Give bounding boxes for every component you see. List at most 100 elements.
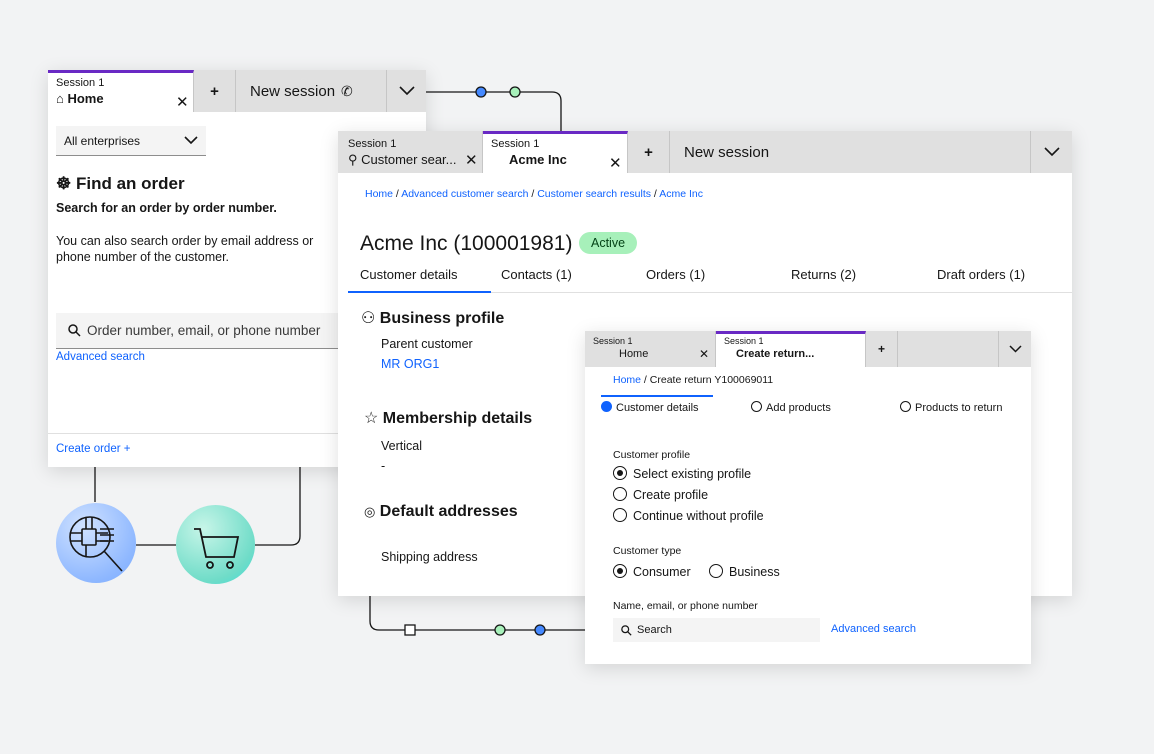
customer-profile-label: Customer profile bbox=[613, 449, 691, 461]
breadcrumb-home[interactable]: Home bbox=[613, 374, 641, 386]
tab-create-return[interactable]: Session 1 Create return... bbox=[716, 331, 866, 367]
close-icon[interactable]: ✕ bbox=[699, 347, 709, 361]
breadcrumb-search-results[interactable]: Customer search results bbox=[537, 188, 651, 200]
tab-overflow-button[interactable] bbox=[998, 331, 1031, 367]
search-icon bbox=[621, 624, 632, 636]
breadcrumb-current: Create return Y100069011 bbox=[649, 374, 774, 386]
new-session-tab[interactable]: New session ✆ bbox=[236, 70, 386, 112]
search-icon bbox=[68, 324, 81, 337]
progress-step-add-products[interactable]: Add products bbox=[751, 401, 831, 414]
add-tab-button[interactable]: + bbox=[194, 70, 236, 112]
page-title-text: Find an order bbox=[75, 174, 185, 193]
chevron-down-icon bbox=[184, 136, 198, 145]
progress-step-products-to-return[interactable]: Products to return bbox=[900, 401, 1002, 414]
tab-label: Customer sear... bbox=[361, 152, 457, 167]
radio-label: Create profile bbox=[633, 488, 709, 502]
create-order-link[interactable]: Create order + bbox=[56, 443, 130, 455]
connector-node-square bbox=[404, 624, 416, 636]
tab-customer-details[interactable]: Customer details bbox=[348, 267, 491, 293]
connector-node-green bbox=[494, 624, 506, 636]
tabbar-spacer bbox=[898, 331, 998, 367]
enterprise-select[interactable]: All enterprises bbox=[56, 126, 206, 156]
star-icon: ☆ bbox=[364, 410, 379, 427]
close-icon[interactable]: ✕ bbox=[465, 151, 478, 169]
connector-node-blue bbox=[475, 86, 487, 98]
search-placeholder: Search bbox=[637, 624, 672, 636]
close-icon[interactable]: ✕ bbox=[609, 154, 622, 172]
radio-checked-icon bbox=[613, 466, 627, 480]
customer-search-input[interactable]: Search bbox=[613, 618, 820, 642]
step-complete-icon bbox=[601, 401, 612, 412]
radio-unchecked-icon bbox=[613, 508, 627, 522]
close-icon[interactable]: ✕ bbox=[176, 93, 189, 111]
breadcrumb-home[interactable]: Home bbox=[365, 188, 393, 200]
section-heading-text: Membership details bbox=[382, 410, 533, 427]
circuit-icon bbox=[69, 516, 123, 572]
breadcrumb-advanced-search[interactable]: Advanced customer search bbox=[401, 188, 528, 200]
tab-overflow-button[interactable] bbox=[386, 70, 426, 112]
add-tab-button[interactable]: + bbox=[866, 331, 898, 367]
page-title: ☸ Find an order bbox=[56, 174, 185, 194]
tab-draft-orders[interactable]: Draft orders (1) bbox=[937, 267, 1025, 282]
advanced-search-link[interactable]: Advanced search bbox=[831, 623, 916, 635]
search-placeholder: Order number, email, or phone number bbox=[87, 323, 321, 338]
progress-step-customer-details[interactable]: Customer details bbox=[601, 401, 699, 414]
home-icon: ⌂ bbox=[56, 91, 68, 106]
field-value: - bbox=[381, 459, 386, 473]
chevron-down-icon bbox=[398, 86, 415, 96]
cart-icon-badge bbox=[176, 505, 255, 584]
progress-indicator: Customer details Add products Products t… bbox=[585, 393, 1031, 421]
chevron-down-icon bbox=[1043, 147, 1060, 157]
tab-returns[interactable]: Returns (2) bbox=[791, 267, 856, 282]
cart-icon bbox=[194, 528, 240, 569]
network-icon: ☸ bbox=[56, 174, 72, 193]
tab-acme-inc[interactable]: Session 1 Acme Inc ✕ bbox=[483, 131, 628, 173]
radio-business[interactable]: Business bbox=[709, 564, 780, 579]
step-label: Products to return bbox=[915, 402, 1003, 414]
tab-session-label: Session 1 bbox=[724, 336, 764, 346]
step-label: Add products bbox=[766, 402, 831, 414]
step-label: Customer details bbox=[616, 402, 699, 414]
add-tab-button[interactable]: + bbox=[628, 131, 670, 173]
tab-home[interactable]: Session 1 ⌂ Home ✕ bbox=[48, 70, 194, 112]
section-heading-text: Business profile bbox=[379, 310, 505, 327]
breadcrumb: Home / Advanced customer search / Custom… bbox=[365, 188, 703, 200]
radio-create-profile[interactable]: Create profile bbox=[613, 487, 708, 502]
phone-icon: ✆ bbox=[341, 82, 353, 99]
tab-session-label: Session 1 bbox=[593, 336, 633, 346]
advanced-search-link[interactable]: Advanced search bbox=[56, 351, 145, 363]
tab-customer-search[interactable]: Session 1 ⚲ Customer sear... ✕ bbox=[338, 131, 483, 173]
parent-customer-link[interactable]: MR ORG1 bbox=[381, 357, 439, 371]
tab-overflow-button[interactable] bbox=[1030, 131, 1072, 173]
radio-consumer[interactable]: Consumer bbox=[613, 564, 691, 579]
radio-select-existing-profile[interactable]: Select existing profile bbox=[613, 466, 751, 481]
section-heading-text: Default addresses bbox=[379, 503, 518, 520]
breadcrumb-current[interactable]: Acme Inc bbox=[659, 188, 703, 200]
page-subtitle: Search for an order by order number. bbox=[56, 201, 277, 215]
tab-label: Home bbox=[67, 91, 104, 106]
connector-node-green bbox=[509, 86, 521, 98]
tab-home[interactable]: Session 1 Home ✕ bbox=[585, 331, 716, 367]
new-session-label: New session bbox=[250, 82, 336, 100]
new-session-tab[interactable]: New session bbox=[670, 131, 1030, 173]
session-tabbar: Session 1 Home ✕ Session 1 Create return… bbox=[585, 331, 1031, 367]
location-icon: ◎ bbox=[364, 504, 376, 519]
radio-continue-without-profile[interactable]: Continue without profile bbox=[613, 508, 764, 523]
radio-unchecked-icon bbox=[709, 564, 723, 578]
breadcrumb: Home / Create return Y100069011 bbox=[613, 374, 774, 386]
customer-tabs: Customer details Contacts (1) Orders (1)… bbox=[348, 263, 1072, 293]
section-heading: ☆ Membership details bbox=[364, 408, 532, 428]
tab-orders[interactable]: Orders (1) bbox=[646, 267, 705, 282]
tab-session-label: Session 1 bbox=[348, 138, 397, 150]
customer-type-label: Customer type bbox=[613, 545, 682, 557]
radio-label: Consumer bbox=[633, 565, 691, 579]
section-heading: ◎ Default addresses bbox=[364, 503, 518, 521]
name-email-phone-label: Name, email, or phone number bbox=[613, 600, 758, 612]
page-title: Acme Inc (100001981) bbox=[360, 232, 573, 255]
user-profile-icon: ⚇ bbox=[361, 310, 376, 327]
radio-checked-icon bbox=[613, 564, 627, 578]
tab-label: Home bbox=[619, 348, 649, 360]
radio-label: Select existing profile bbox=[633, 467, 752, 481]
step-incomplete-icon bbox=[751, 401, 762, 412]
tab-contacts[interactable]: Contacts (1) bbox=[501, 267, 572, 282]
